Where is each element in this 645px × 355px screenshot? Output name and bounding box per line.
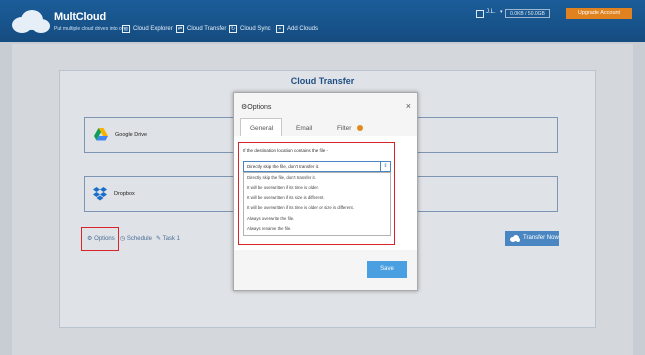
clock-icon: ◷ bbox=[120, 236, 126, 242]
brand-name[interactable]: MultCloud bbox=[54, 11, 106, 23]
conflict-dropdown-list: Directly skip the file, don't transfer i… bbox=[243, 172, 391, 236]
save-button[interactable]: Save bbox=[367, 261, 407, 278]
select-arrow-icon[interactable]: ⇕ bbox=[380, 162, 390, 171]
conflict-select[interactable]: Directly skip the file, don't transfer i… bbox=[243, 161, 391, 172]
conflict-prompt: If the destination location contains the… bbox=[243, 148, 329, 153]
dialog-title: ⚙Options bbox=[241, 104, 272, 111]
explorer-icon: ◻ bbox=[122, 25, 130, 33]
tab-general[interactable]: General bbox=[250, 125, 273, 132]
upgrade-button[interactable]: Upgrade Account bbox=[566, 8, 632, 19]
transfer-icon: ⇄ bbox=[176, 25, 184, 33]
source-cloud-name: Google Drive bbox=[115, 132, 148, 138]
top-bar: MultCloud Put multiple cloud drives into… bbox=[0, 0, 645, 42]
close-icon[interactable]: × bbox=[406, 101, 411, 111]
dropdown-option[interactable]: It will be overwritten if its time is ol… bbox=[247, 185, 319, 190]
tab-filter[interactable]: Filter bbox=[337, 125, 364, 132]
edit-icon: ✎ bbox=[156, 236, 162, 242]
dropdown-option[interactable]: Directly skip the file, don't transfer i… bbox=[247, 175, 316, 180]
chevron-down-icon[interactable]: ▾ bbox=[500, 9, 503, 15]
dropdown-option[interactable]: It will be overwritten if its time is ol… bbox=[247, 205, 354, 210]
add-icon: + bbox=[276, 25, 284, 33]
sync-icon: ↻ bbox=[229, 25, 237, 33]
transfer-now-button[interactable]: Transfer Now bbox=[505, 231, 559, 246]
google-drive-icon bbox=[94, 128, 108, 141]
nav-cloud-explorer[interactable]: ◻ Cloud Explorer bbox=[122, 24, 173, 34]
brand-tagline: Put multiple cloud drives into one bbox=[54, 26, 128, 32]
destination-cloud-name: Dropbox bbox=[114, 191, 135, 197]
user-name[interactable]: J.L. bbox=[486, 9, 496, 15]
user-icon[interactable] bbox=[476, 10, 484, 18]
storage-usage: 0.0KB / 50.0GB bbox=[505, 9, 550, 18]
nav-cloud-sync[interactable]: ↻ Cloud Sync bbox=[229, 24, 271, 34]
cloud-logo-icon[interactable] bbox=[8, 9, 52, 35]
dropdown-option[interactable]: Always overwrite the file. bbox=[247, 216, 294, 221]
filter-badge-icon bbox=[357, 125, 364, 132]
nav-add-clouds[interactable]: + Add Clouds bbox=[276, 24, 318, 34]
cloud-icon bbox=[510, 235, 520, 242]
task-name-link[interactable]: ✎ Task 1 bbox=[156, 235, 180, 242]
dropbox-icon bbox=[93, 187, 107, 201]
options-link[interactable]: ⚙ Options bbox=[87, 235, 115, 242]
schedule-link[interactable]: ◷ Schedule bbox=[120, 235, 152, 242]
gear-icon: ⚙ bbox=[87, 236, 93, 242]
tab-email[interactable]: Email bbox=[296, 125, 312, 132]
dropdown-option[interactable]: It will be overwritten if its size is di… bbox=[247, 195, 325, 200]
nav-cloud-transfer[interactable]: ⇄ Cloud Transfer bbox=[176, 24, 226, 34]
dropdown-option[interactable]: Always rename the file. bbox=[247, 226, 291, 231]
page-title: Cloud Transfer bbox=[290, 76, 355, 86]
